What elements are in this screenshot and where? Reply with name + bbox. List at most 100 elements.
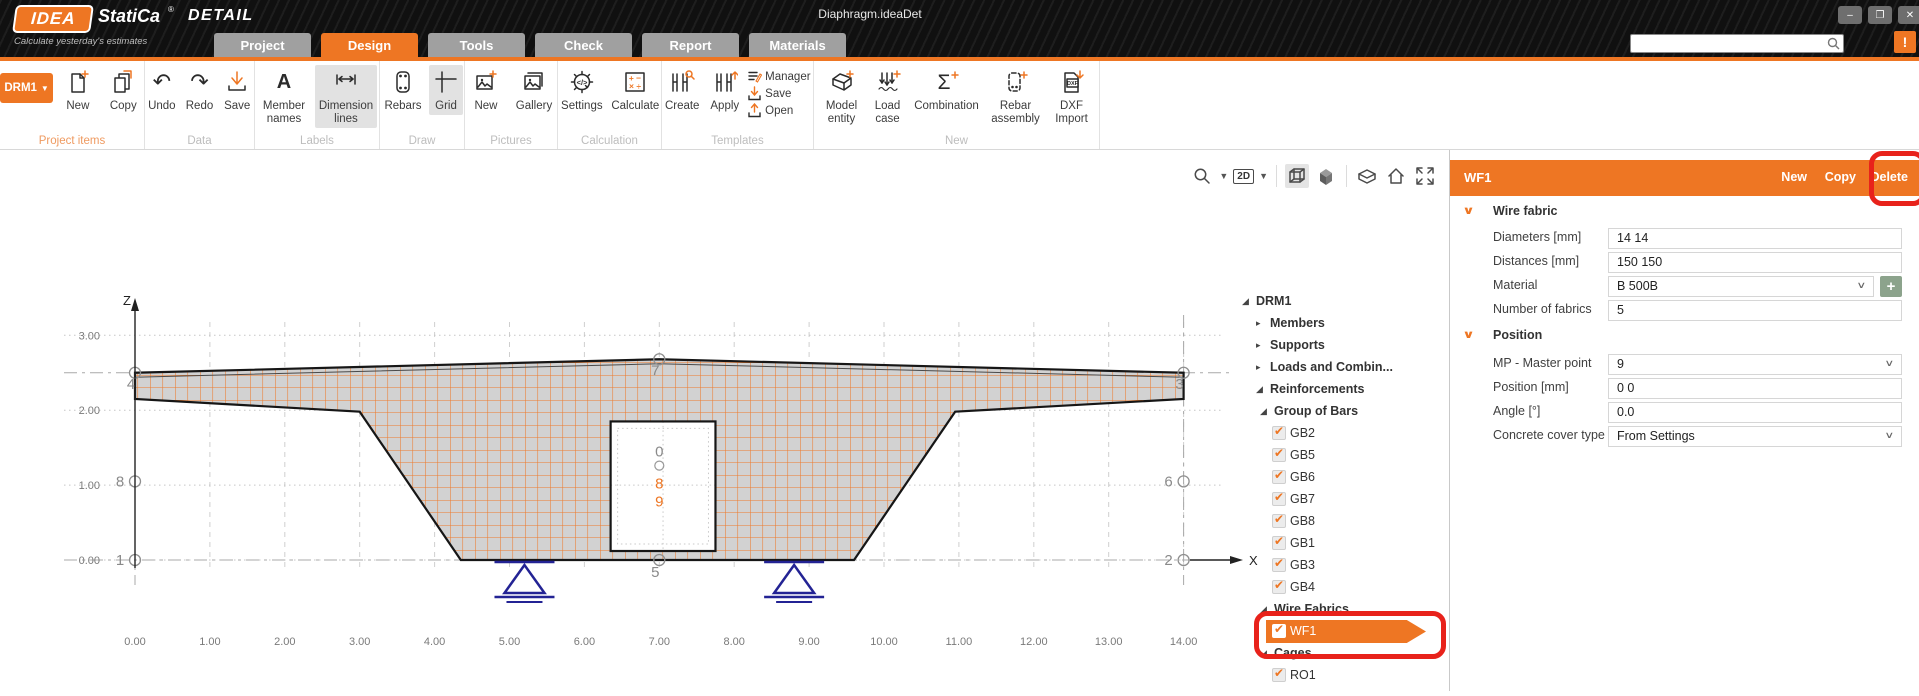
tree-item-supports[interactable]: ▸Supports (1236, 334, 1442, 356)
prop-field-diameters-mm-[interactable]: 14 14 (1608, 228, 1902, 249)
panel-copy-button[interactable]: Copy (1825, 170, 1856, 184)
tree-expander-icon[interactable]: ▸ (1256, 362, 1261, 373)
svg-text:3.00: 3.00 (79, 330, 100, 342)
ribbon-item-settings[interactable]: </>Settings (558, 65, 606, 115)
ribbon-item-manager[interactable]: Manager (747, 69, 813, 84)
ribbon-item-save[interactable]: Save (747, 86, 813, 101)
prop-field-distances-mm-[interactable]: 150 150 (1608, 252, 1902, 273)
dropdown-chevron-icon[interactable]: ∨ (1885, 358, 1895, 369)
maximize-button[interactable]: ❐ (1868, 6, 1892, 24)
ribbon-item-calculate[interactable]: + −× ÷Calculate (610, 65, 661, 115)
panel-delete-button[interactable]: Delete (1870, 170, 1908, 184)
zoom-tool-dropdown[interactable]: ▼ (1219, 171, 1228, 181)
tab-report[interactable]: Report (642, 33, 739, 57)
alert-button[interactable]: ! (1894, 31, 1916, 53)
ribbon-item-undo[interactable]: ↶Undo (145, 65, 179, 115)
ribbon-item-create[interactable]: Create (662, 65, 702, 115)
visibility-checkbox[interactable]: ✔ (1272, 448, 1286, 462)
tree-item-gb2[interactable]: ✔GB2 (1236, 422, 1442, 444)
visibility-checkbox[interactable]: ✔ (1272, 470, 1286, 484)
tab-project[interactable]: Project (214, 33, 311, 57)
ribbon-item-new[interactable]: New (465, 65, 507, 115)
drawing-canvas[interactable]: 0.001.002.003.004.005.006.007.008.009.00… (0, 150, 1447, 691)
prop-field-position-mm-[interactable]: 0 0 (1608, 378, 1902, 399)
ribbon-item-new[interactable]: New (57, 65, 98, 115)
home-view-icon[interactable] (1384, 164, 1408, 188)
axonometry-wireframe-icon[interactable] (1285, 164, 1309, 188)
tree-item-gb7[interactable]: ✔GB7 (1236, 488, 1442, 510)
dropdown-chevron-icon[interactable]: ∨ (1885, 430, 1895, 441)
tree-item-reinforcements[interactable]: ◢Reinforcements (1236, 378, 1442, 400)
tab-tools[interactable]: Tools (428, 33, 525, 57)
tree-expander-icon[interactable]: ◢ (1256, 384, 1263, 395)
section-collapse-icon[interactable]: ∨ (1462, 204, 1475, 217)
ribbon-item-gallery[interactable]: Gallery (511, 65, 557, 115)
visibility-checkbox[interactable]: ✔ (1272, 624, 1286, 638)
tree-expander-icon[interactable]: ▸ (1256, 318, 1261, 329)
visibility-checkbox[interactable]: ✔ (1272, 514, 1286, 528)
ribbon-item-dxf-import[interactable]: DXFDXFImport (1049, 65, 1095, 128)
ribbon-item-rebar-assembly[interactable]: Rebarassembly (987, 65, 1045, 128)
visibility-checkbox[interactable]: ✔ (1272, 426, 1286, 440)
tree-item-wf1[interactable]: ✔WF1 (1236, 620, 1442, 642)
ribbon-item-grid[interactable]: Grid (429, 65, 463, 115)
ribbon-item-combination[interactable]: ΣCombination (911, 65, 983, 115)
tree-expander-icon[interactable]: ◢ (1242, 296, 1249, 307)
tree-item-gb3[interactable]: ✔GB3 (1236, 554, 1442, 576)
prop-field-angle-[interactable]: 0.0 (1608, 402, 1902, 423)
section-collapse-icon[interactable]: ∨ (1462, 328, 1475, 341)
close-button[interactable]: ✕ (1898, 6, 1919, 24)
fit-to-screen-icon[interactable] (1413, 164, 1437, 188)
view-mode-button[interactable]: 2D (1233, 169, 1254, 184)
ribbon-item-model-entity[interactable]: Modelentity (819, 65, 865, 128)
tree-item-group-of-bars[interactable]: ◢Group of Bars (1236, 400, 1442, 422)
ribbon-item-apply[interactable]: Apply (706, 65, 743, 115)
zoom-tool-icon[interactable] (1190, 164, 1214, 188)
visibility-checkbox[interactable]: ✔ (1272, 492, 1286, 506)
ribbon-item-save[interactable]: Save (220, 65, 254, 115)
add-material-button[interactable]: + (1880, 276, 1902, 297)
dropdown-chevron-icon[interactable]: ∨ (1857, 280, 1867, 291)
tab-materials[interactable]: Materials (749, 33, 846, 57)
visibility-checkbox[interactable]: ✔ (1272, 668, 1286, 682)
visibility-checkbox[interactable]: ✔ (1272, 580, 1286, 594)
tree-item-gb5[interactable]: ✔GB5 (1236, 444, 1442, 466)
visibility-checkbox[interactable]: ✔ (1272, 536, 1286, 550)
clipping-box-icon[interactable] (1355, 164, 1379, 188)
tree-item-wire-fabrics[interactable]: ◢Wire Fabrics (1236, 598, 1442, 620)
project-item-selector[interactable]: DRM1▼ (0, 73, 53, 103)
prop-field-number-of-fabrics[interactable]: 5 (1608, 300, 1902, 321)
ribbon-item-load-case[interactable]: Loadcase (869, 65, 907, 128)
tree-item-members[interactable]: ▸Members (1236, 312, 1442, 334)
ribbon-item-copy[interactable]: Copy (103, 65, 144, 115)
tree-item-gb4[interactable]: ✔GB4 (1236, 576, 1442, 598)
prop-field-material[interactable]: B 500B∨ (1608, 276, 1874, 297)
minimize-button[interactable]: – (1838, 6, 1862, 24)
tree-item-gb1[interactable]: ✔GB1 (1236, 532, 1442, 554)
prop-field-concrete-cover-type[interactable]: From Settings∨ (1608, 426, 1902, 447)
tree-expander-icon[interactable]: ◢ (1260, 648, 1267, 659)
tree-expander-icon[interactable]: ◢ (1260, 604, 1267, 615)
ribbon-item-redo[interactable]: ↷Redo (183, 65, 217, 115)
tree-item-gb8[interactable]: ✔GB8 (1236, 510, 1442, 532)
solid-view-icon[interactable] (1314, 164, 1338, 188)
tree-item-cages[interactable]: ◢Cages (1236, 642, 1442, 664)
tab-design[interactable]: Design (321, 33, 418, 57)
check-icon: ✔ (1274, 468, 1284, 482)
tab-check[interactable]: Check (535, 33, 632, 57)
view-mode-dropdown[interactable]: ▼ (1259, 171, 1268, 181)
tree-item-gb6[interactable]: ✔GB6 (1236, 466, 1442, 488)
visibility-checkbox[interactable]: ✔ (1272, 558, 1286, 572)
tree-expander-icon[interactable]: ◢ (1260, 406, 1267, 417)
ribbon-item-rebars[interactable]: Rebars (381, 65, 425, 115)
prop-field-mp-master-point[interactable]: 9∨ (1608, 354, 1902, 375)
ribbon-item-dimension-lines[interactable]: Dimensionlines (315, 65, 377, 128)
panel-new-button[interactable]: New (1781, 170, 1807, 184)
search-input[interactable] (1630, 34, 1844, 53)
tree-expander-icon[interactable]: ▸ (1256, 340, 1261, 351)
tree-item-drm1[interactable]: ◢DRM1 (1236, 290, 1442, 312)
ribbon-item-member-names[interactable]: AMembernames (257, 65, 311, 128)
tree-item-ro1[interactable]: ✔RO1 (1236, 664, 1442, 686)
tree-item-loads-and-combin-[interactable]: ▸Loads and Combin... (1236, 356, 1442, 378)
ribbon-item-open[interactable]: Open (747, 103, 813, 118)
